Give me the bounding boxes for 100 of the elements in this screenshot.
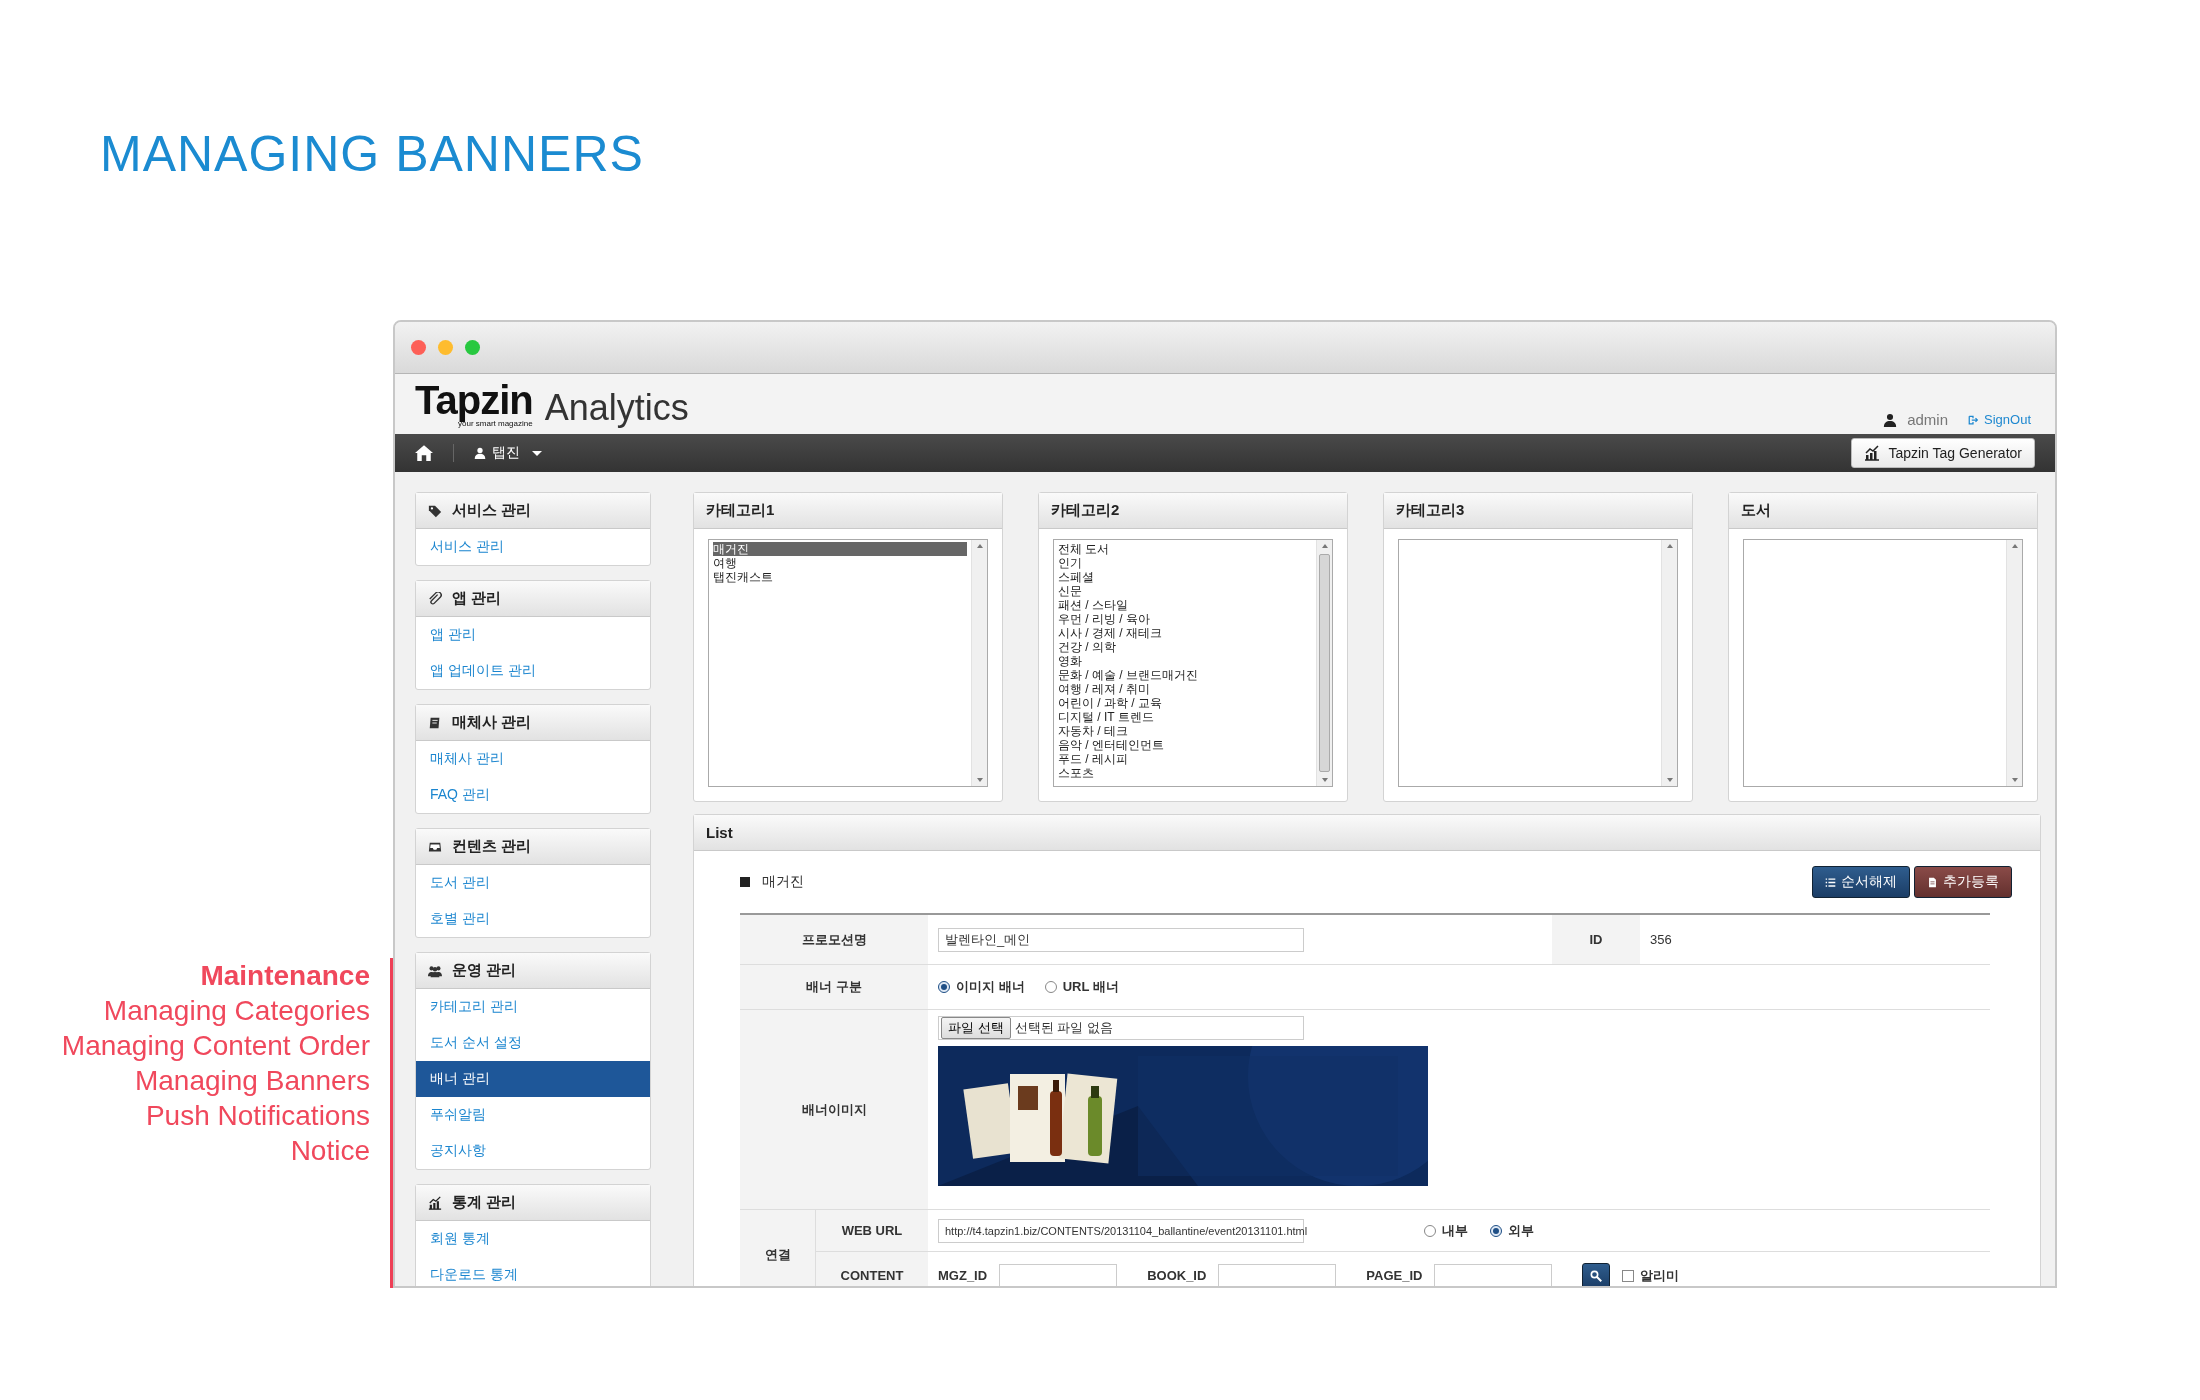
unsort-button[interactable]: 순서해제	[1812, 866, 1910, 898]
text-field[interactable]	[1434, 1263, 1553, 1286]
list-option[interactable]: 전체 도서	[1058, 542, 1312, 556]
search-icon	[1590, 1269, 1603, 1282]
square-bullet-icon	[740, 877, 750, 887]
sidebar-item[interactable]: 도서 관리	[416, 865, 650, 901]
list-option[interactable]: 자동차 / 테크	[1058, 724, 1312, 738]
sidebar-item[interactable]: 회원 통계	[416, 1221, 650, 1257]
sidebar-item[interactable]: 공지사항	[416, 1133, 650, 1169]
choose-file-button[interactable]: 파일 선택	[941, 1017, 1011, 1039]
slide-title: MANAGING BANNERS	[100, 125, 644, 183]
chart-icon	[428, 1195, 442, 1210]
panel-title: 카테고리1	[694, 493, 1002, 529]
sidebar-item[interactable]: 호별 관리	[416, 901, 650, 937]
field-label: ID	[1552, 915, 1640, 964]
list-option[interactable]: 스포츠	[1058, 766, 1312, 780]
listbox[interactable]: 전체 도서 인기 스페셜 신문 패션 / 스타일 우먼 / 리빙 / 육아 시사 / 경제 / 재테크 건강 / 의학 영화 문화 / 예술 / 브랜드매거진 여행 / 레져 / 취미 어린이 / 과학 / 교육 디지털 / IT 트렌드 자동차 / 테크 음악 / 엔터테인먼트 푸드 / 레시피 스포츠	[1053, 539, 1333, 787]
list-option[interactable]: 우먼 / 리빙 / 육아	[1058, 612, 1312, 626]
window-close-button[interactable]	[411, 340, 426, 355]
text-field[interactable]: 발렌타인_메인	[938, 927, 1304, 952]
signout-icon	[1968, 414, 1978, 425]
list-option[interactable]: 탭진캐스트	[713, 570, 967, 584]
field-label: 연결	[740, 1210, 815, 1286]
chart-icon	[1864, 445, 1881, 461]
list-option[interactable]: 푸드 / 레시피	[1058, 752, 1312, 766]
field-label: BOOK_ID	[1147, 1268, 1207, 1283]
radio-button[interactable]	[1424, 1224, 1436, 1237]
sidebar-heading: 앱 관리	[452, 589, 502, 608]
listbox[interactable]	[1398, 539, 1678, 787]
section-title: 매거진	[762, 873, 804, 891]
sidebar-item[interactable]: 배너 관리	[416, 1061, 650, 1097]
radio-button[interactable]	[1490, 1224, 1502, 1237]
sidebar-item[interactable]: FAQ 관리	[416, 777, 650, 813]
text-field[interactable]	[999, 1263, 1118, 1286]
panel-title: 카테고리2	[1039, 493, 1347, 529]
list-option[interactable]: 매거진	[713, 542, 967, 556]
search-button[interactable]	[1582, 1262, 1611, 1286]
nav-menu[interactable]: 탭진	[474, 444, 542, 462]
radio-label: 외부	[1508, 1221, 1534, 1240]
text-field[interactable]	[1218, 1263, 1337, 1286]
scrollbar[interactable]	[1661, 540, 1677, 786]
notify-checkbox[interactable]: 알리미	[1622, 1266, 1680, 1285]
legend-item: Notice	[290, 1134, 370, 1168]
radio-button[interactable]	[1044, 981, 1057, 993]
legend-item: Managing Banners	[134, 1064, 370, 1098]
users-icon	[428, 963, 442, 978]
list-option[interactable]: 영화	[1058, 654, 1312, 668]
legend-item: Managing Content Order	[61, 1029, 370, 1063]
list-option[interactable]: 인기	[1058, 556, 1312, 570]
sidebar-item[interactable]: 앱 관리	[416, 617, 650, 653]
sidebar-heading: 통계 관리	[452, 1193, 517, 1212]
book-icon	[428, 715, 442, 730]
tag-icon	[428, 503, 442, 518]
scrollbar[interactable]	[971, 540, 987, 786]
home-icon[interactable]	[415, 444, 433, 462]
sidebar-heading: 매체사 관리	[452, 713, 532, 732]
list-option[interactable]: 여행 / 레져 / 취미	[1058, 682, 1312, 696]
list-option[interactable]: 신문	[1058, 584, 1312, 598]
list-option[interactable]: 패션 / 스타일	[1058, 598, 1312, 612]
sidebar-item[interactable]: 푸쉬알림	[416, 1097, 650, 1133]
list-option[interactable]: 건강 / 의학	[1058, 640, 1312, 654]
sidebar-item[interactable]: 앱 업데이트 관리	[416, 653, 650, 689]
panel-title: List	[694, 815, 2040, 851]
sidebar-item[interactable]: 서비스 관리	[416, 529, 650, 565]
signout-link[interactable]: SignOut	[1968, 412, 2031, 427]
listbox[interactable]	[1743, 539, 2023, 787]
window-minimize-button[interactable]	[438, 340, 453, 355]
scrollbar[interactable]	[1316, 540, 1332, 786]
sidebar-item[interactable]: 카테고리 관리	[416, 989, 650, 1025]
username: admin	[1907, 411, 1948, 428]
list-option[interactable]: 문화 / 예술 / 브랜드매거진	[1058, 668, 1312, 682]
field-label: PAGE_ID	[1366, 1268, 1423, 1283]
sidebar-heading: 운영 관리	[452, 961, 517, 980]
field-label: 배너 구분	[740, 965, 928, 1009]
list-option[interactable]: 여행	[713, 556, 967, 570]
caret-icon	[532, 450, 542, 456]
panel-title: 카테고리3	[1384, 493, 1692, 529]
window-zoom-button[interactable]	[465, 340, 480, 355]
list-option[interactable]: 어린이 / 과학 / 교육	[1058, 696, 1312, 710]
list-option[interactable]: 디지털 / IT 트렌드	[1058, 710, 1312, 724]
list-option[interactable]: 음악 / 엔터테인먼트	[1058, 738, 1312, 752]
listbox[interactable]: 매거진 여행 탭진캐스트	[708, 539, 988, 787]
sidebar-item[interactable]: 다운로드 통계	[416, 1257, 650, 1286]
list-option[interactable]: 스페셜	[1058, 570, 1312, 584]
legend-heading: Maintenance	[200, 959, 370, 993]
document-icon	[1927, 876, 1938, 888]
user-icon	[474, 447, 486, 459]
list-icon	[1825, 876, 1836, 888]
field-label: CONTENT	[815, 1252, 928, 1286]
panel-title: 도서	[1729, 493, 2037, 529]
field-label: 배너이미지	[740, 1010, 928, 1209]
radio-button[interactable]	[938, 981, 950, 993]
scrollbar[interactable]	[2006, 540, 2022, 786]
sidebar-item[interactable]: 도서 순서 설정	[416, 1025, 650, 1061]
list-option[interactable]: 시사 / 경제 / 재테크	[1058, 626, 1312, 640]
paperclip-icon	[428, 591, 442, 606]
add-button[interactable]: 추가등록	[1914, 866, 2012, 898]
tag-generator-button[interactable]: Tapzin Tag Generator	[1851, 438, 2035, 468]
file-input[interactable]: 파일 선택 선택된 파일 없음	[938, 1016, 1304, 1040]
sidebar-item[interactable]: 매체사 관리	[416, 741, 650, 777]
